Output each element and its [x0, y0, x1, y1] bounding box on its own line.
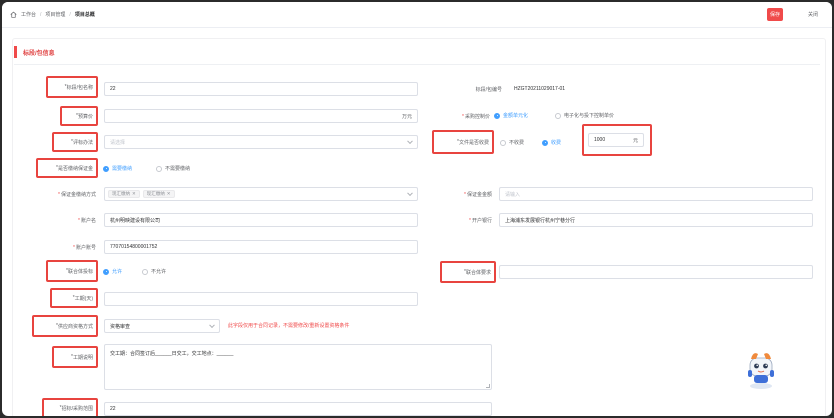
deposit-label: * 是否缴纳保证金	[36, 158, 98, 178]
duration-label: * 工期(天)	[50, 288, 98, 308]
assistant-mascot-icon[interactable]	[744, 346, 778, 390]
joint-bid-label: * 联合体投标	[46, 260, 98, 282]
breadcrumb-separator: /	[40, 11, 42, 18]
home-icon[interactable]	[10, 11, 17, 18]
breadcrumb-item-current: 项目总概	[74, 12, 95, 18]
work-time-label: * 工期说明	[52, 346, 98, 368]
doc-fee-option-yes[interactable]: 收费	[542, 139, 561, 146]
account-name-label: *账户名	[78, 218, 96, 224]
joint-bid-option-other[interactable]: 不允许	[142, 268, 166, 275]
breadcrumb-item-workbench[interactable]: 工作台	[21, 11, 36, 18]
breadcrumb: 工作台 / 项目管理 / 项目总概	[10, 11, 95, 18]
radio-unchecked-icon	[156, 165, 162, 172]
scope-input[interactable]: 22	[104, 402, 492, 416]
deposit-option-other[interactable]: 不需要缴纳	[156, 165, 190, 172]
deposit-method-select[interactable]: 现汇缴纳 ✕ 现汇缴纳 ✕	[104, 187, 418, 201]
breadcrumb-separator: /	[69, 11, 71, 18]
review-method-select[interactable]: 资格审查	[104, 319, 220, 333]
chevron-down-icon	[209, 322, 215, 329]
bid-code-value: HZGT20211029017-01	[514, 86, 566, 92]
doc-fee-label: * 文件是否收费	[432, 130, 494, 154]
radio-unchecked-icon	[142, 268, 148, 275]
save-button[interactable]: 保存	[767, 8, 783, 21]
radio-checked-icon	[494, 112, 500, 119]
eval-method-select[interactable]: 请选择	[104, 135, 418, 149]
eval-method-label: * 评标办法	[52, 132, 98, 152]
section-title: 标段/包信息	[14, 46, 55, 58]
scope-label: * 招标/采购范围	[42, 398, 98, 416]
deposit-amount-input[interactable]: 请输入	[499, 187, 813, 201]
resize-handle-icon[interactable]	[486, 384, 490, 388]
deposit-method-tag: 现汇缴纳 ✕	[108, 190, 140, 198]
price-control-option-selected[interactable]: 金额单元化	[494, 112, 528, 119]
bank-input[interactable]: 上海浦东发展银行杭州宁巷分行	[499, 213, 813, 227]
account-no-input[interactable]: 77070154800001752	[104, 240, 418, 254]
joint-bid-option-selected[interactable]: 允许	[103, 268, 122, 275]
review-method-warning: 此字段仅用于合同记录，不需要修改/重新设置资格条件	[228, 323, 350, 329]
price-control-label: *采购控制价	[462, 114, 490, 120]
close-icon[interactable]: ✕	[167, 191, 171, 197]
duration-input[interactable]	[104, 292, 418, 306]
doc-fee-amount-input[interactable]: 1000 元	[588, 133, 644, 147]
top-bar: 工作台 / 项目管理 / 项目总概 保存 关闭	[2, 2, 832, 28]
budget-unit: 万元	[401, 113, 412, 120]
budget-input[interactable]: 万元	[104, 109, 418, 123]
deposit-method-tag: 现汇缴纳 ✕	[142, 190, 175, 198]
close-icon[interactable]: ✕	[132, 191, 136, 197]
account-no-label: *账户账号	[73, 245, 96, 251]
section-divider	[14, 64, 820, 65]
deposit-option-selected[interactable]: 需要缴纳	[103, 165, 132, 172]
app-window: 工作台 / 项目管理 / 项目总概 保存 关闭 标段/包信息 * 标段/包名称 2…	[2, 2, 832, 416]
close-button[interactable]: 关闭	[804, 8, 822, 21]
bid-code-label: 标段/包编号	[475, 87, 502, 93]
account-name-input[interactable]: 杭州明映建设有限公司	[104, 213, 418, 227]
radio-unchecked-icon	[500, 139, 506, 146]
price-control-option-other[interactable]: 电子化与投下控制单价	[555, 112, 614, 119]
joint-requirement-label: * 联合体要求	[440, 261, 496, 283]
chevron-down-icon	[407, 138, 413, 145]
budget-label: * 预算价	[60, 106, 98, 126]
doc-fee-option-no[interactable]: 不收费	[500, 139, 524, 146]
doc-fee-amount-highlight: 1000 元	[582, 124, 652, 156]
bid-name-label: * 标段/包名称	[46, 76, 98, 98]
bank-label: *开户银行	[469, 218, 492, 224]
review-method-label: * 供应商资格方式	[32, 315, 98, 337]
breadcrumb-item-project-management[interactable]: 项目管理	[45, 11, 65, 18]
chevron-down-icon	[407, 190, 413, 197]
deposit-method-label: *保证金缴纳方式	[58, 192, 96, 198]
bid-name-input[interactable]: 22	[104, 82, 418, 96]
deposit-amount-label: *保证金金额	[464, 192, 492, 198]
radio-checked-icon	[103, 165, 109, 172]
joint-requirement-input[interactable]	[499, 265, 813, 279]
radio-checked-icon	[542, 139, 548, 146]
doc-fee-unit: 元	[632, 137, 638, 144]
radio-checked-icon	[103, 268, 109, 275]
radio-unchecked-icon	[555, 112, 561, 119]
work-time-textarea[interactable]: 交工期：合同签订后______日交工，交工地点：______	[104, 344, 492, 390]
